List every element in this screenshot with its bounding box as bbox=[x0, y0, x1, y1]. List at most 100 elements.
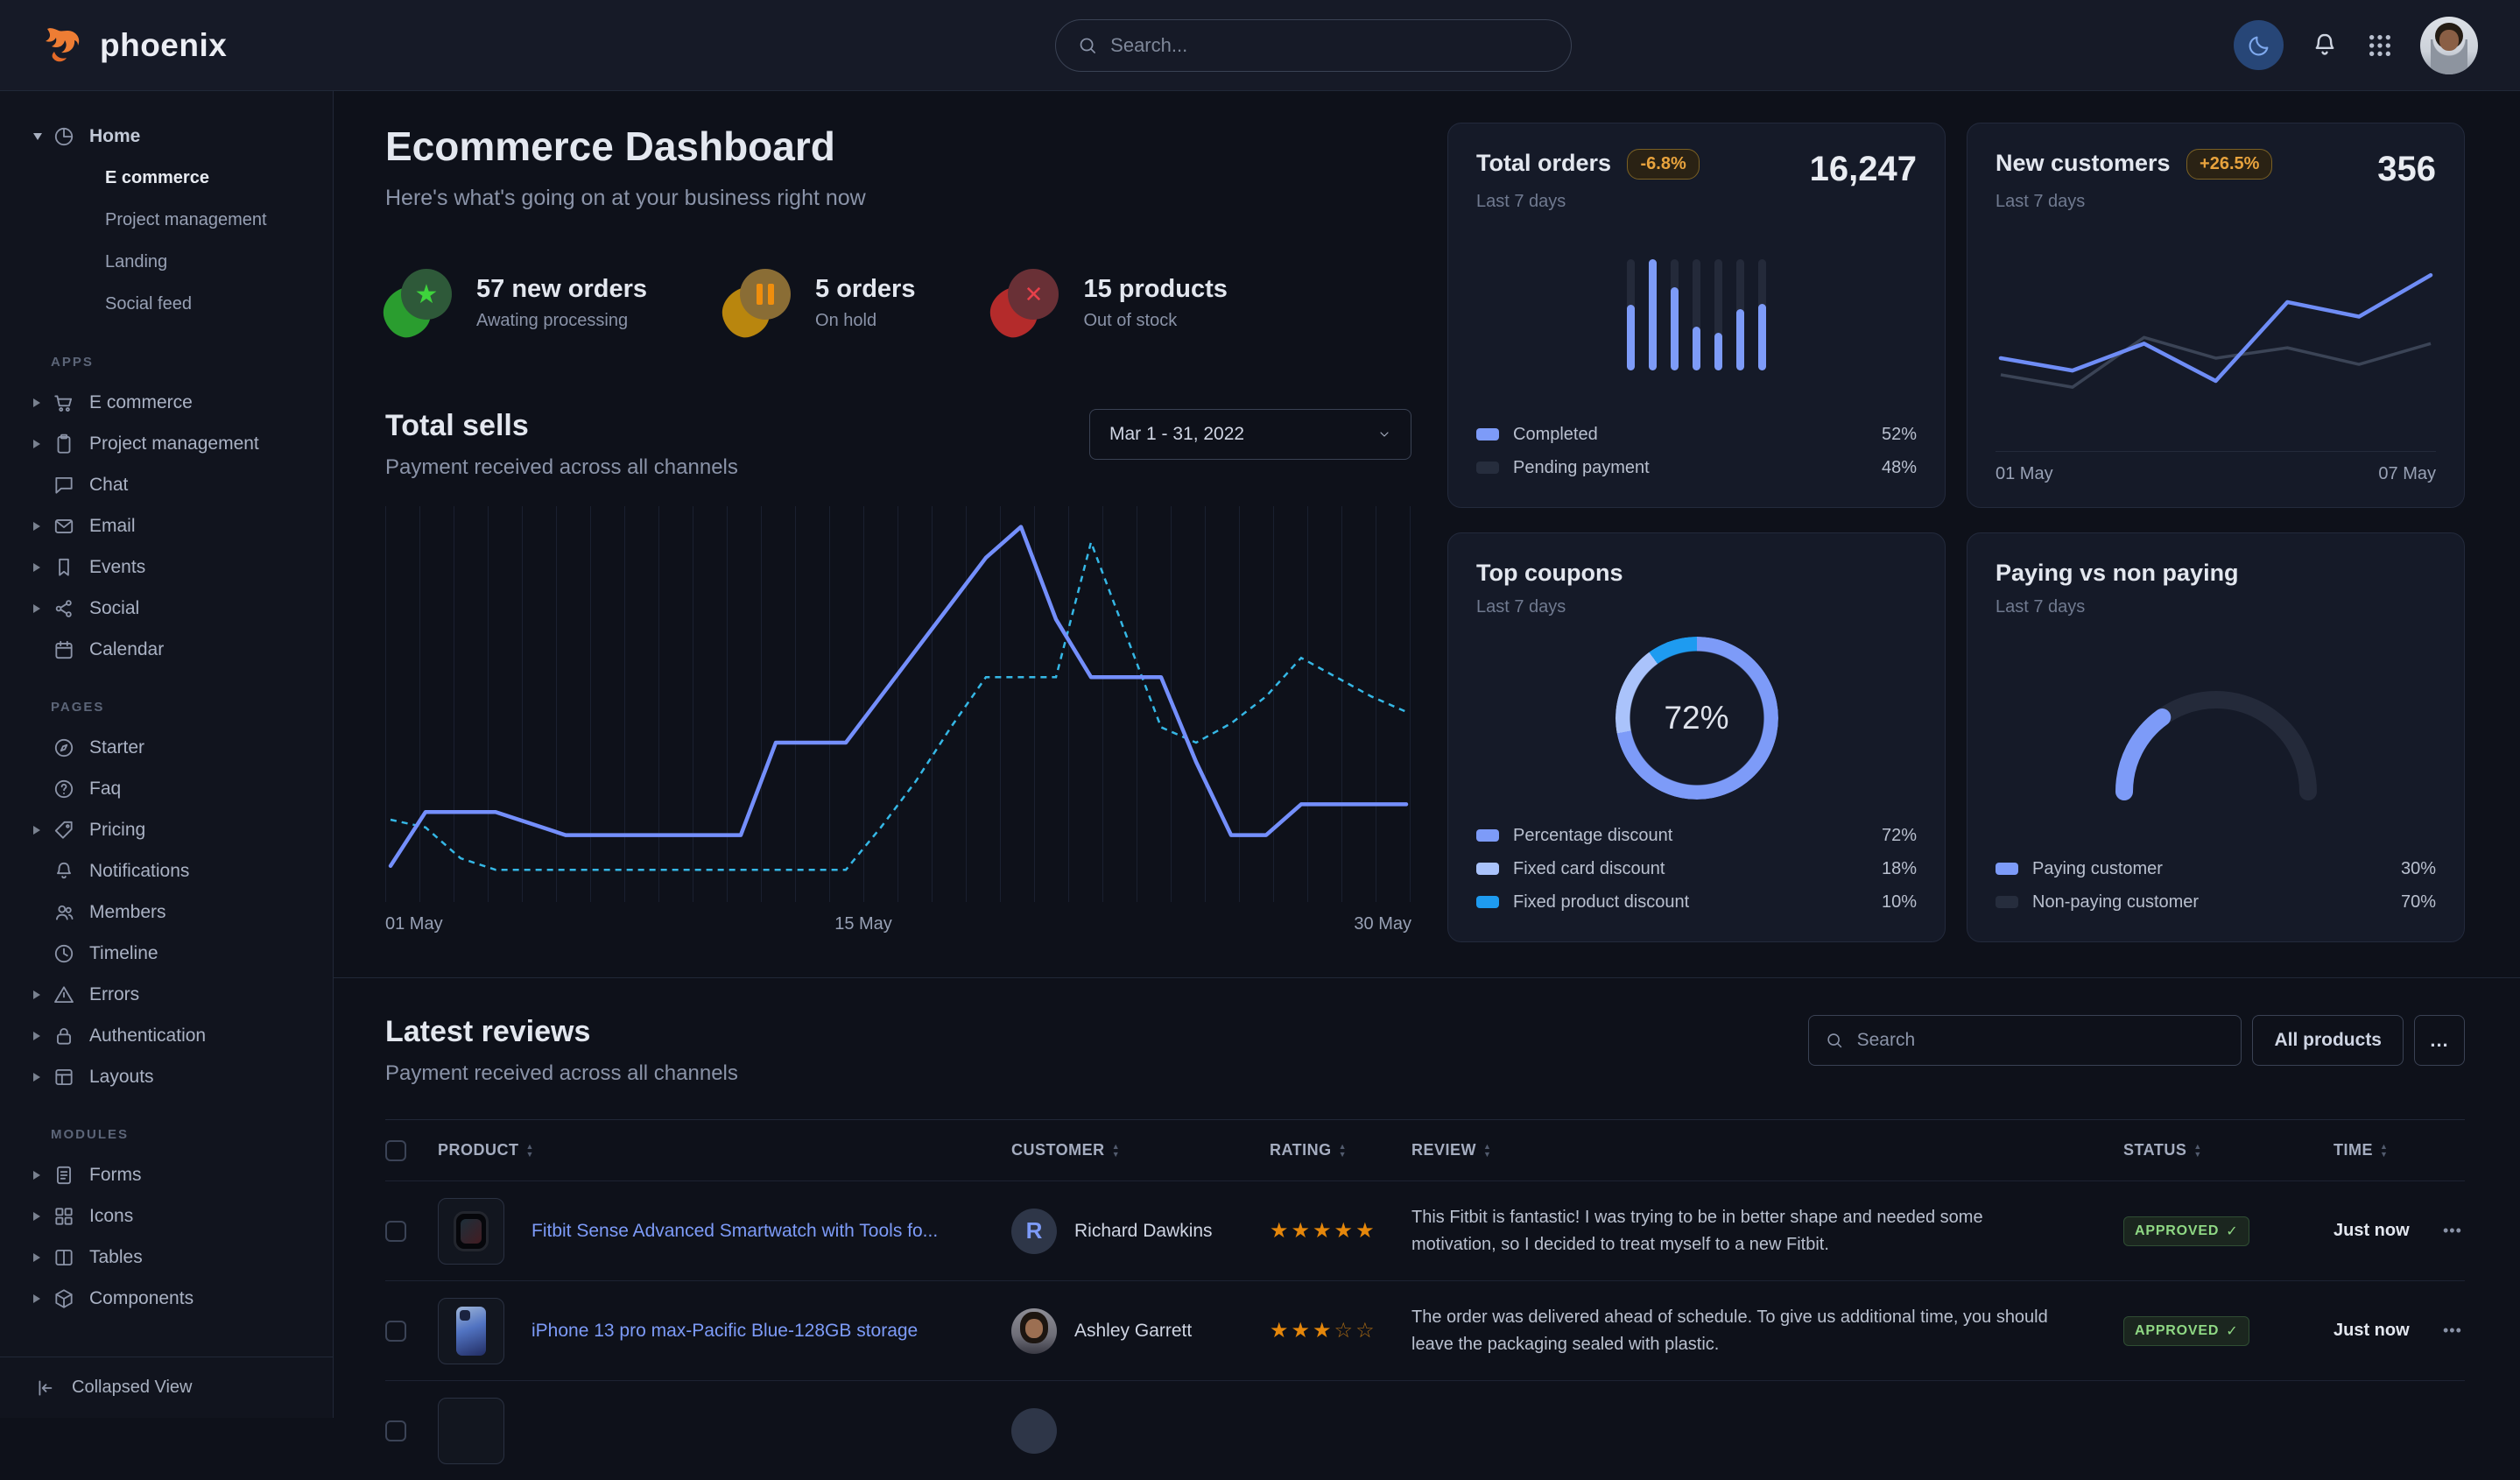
card-period: Last 7 days bbox=[1996, 597, 2239, 617]
caret-right-icon bbox=[33, 1171, 51, 1180]
caret-right-icon bbox=[33, 398, 51, 407]
sidebar-item-notifications[interactable]: Notifications bbox=[16, 850, 317, 892]
search-icon bbox=[1077, 34, 1098, 57]
sidebar-item-social[interactable]: Social bbox=[16, 588, 317, 629]
user-avatar[interactable] bbox=[2420, 17, 2478, 74]
legend-swatch bbox=[1476, 896, 1499, 908]
reviews-search-input[interactable] bbox=[1857, 1030, 2226, 1051]
cube-icon bbox=[53, 1287, 75, 1310]
legend-row: Percentage discount 72% bbox=[1476, 819, 1917, 852]
caret-right-icon bbox=[33, 990, 51, 999]
sidebar-item-pricing[interactable]: Pricing bbox=[16, 809, 317, 850]
legend-row: Completed 52% bbox=[1476, 418, 1917, 451]
clipboard-icon bbox=[53, 433, 75, 455]
table-row: iPhone 13 pro max-Pacific Blue-128GB sto… bbox=[385, 1280, 2465, 1380]
sidebar-item-errors[interactable]: Errors bbox=[16, 974, 317, 1015]
sidebar-item-calendar[interactable]: Calendar bbox=[16, 629, 317, 670]
tag-icon bbox=[53, 819, 75, 842]
sort-icon[interactable]: ▲▼ bbox=[2193, 1143, 2201, 1159]
product-thumbnail[interactable] bbox=[438, 1298, 504, 1364]
sidebar-item-forms[interactable]: Forms bbox=[16, 1154, 317, 1195]
sidebar-item-email[interactable]: Email bbox=[16, 505, 317, 546]
bar bbox=[1736, 259, 1744, 370]
legend-swatch bbox=[1476, 829, 1499, 842]
sort-icon[interactable]: ▲▼ bbox=[526, 1143, 534, 1159]
reviews-table-header: PRODUCT▲▼ CUSTOMER▲▼ RATING▲▼ REVIEW▲▼ S… bbox=[385, 1119, 2465, 1180]
caret-right-icon bbox=[33, 1253, 51, 1262]
bar bbox=[1649, 259, 1657, 370]
sidebar-item-starter[interactable]: Starter bbox=[16, 727, 317, 768]
row-checkbox[interactable] bbox=[385, 1221, 406, 1242]
alert-icon bbox=[53, 983, 75, 1006]
help-icon bbox=[53, 778, 75, 800]
date-range-select[interactable]: Mar 1 - 31, 2022 bbox=[1089, 409, 1411, 460]
row-more-button[interactable]: ••• bbox=[2443, 1222, 2465, 1240]
sidebar-item-icons[interactable]: Icons bbox=[16, 1195, 317, 1237]
product-link[interactable]: iPhone 13 pro max-Pacific Blue-128GB sto… bbox=[531, 1321, 944, 1341]
sidebar-item-components[interactable]: Components bbox=[16, 1278, 317, 1319]
row-more-button[interactable]: ••• bbox=[2443, 1321, 2465, 1340]
apps-grid-button[interactable] bbox=[2366, 32, 2394, 60]
global-search[interactable] bbox=[1055, 19, 1572, 72]
brand[interactable]: phoenix bbox=[42, 25, 227, 66]
sort-icon[interactable]: ▲▼ bbox=[1112, 1143, 1120, 1159]
sort-icon[interactable]: ▲▼ bbox=[1483, 1143, 1491, 1159]
page-title: Ecommerce Dashboard bbox=[385, 123, 1411, 170]
caret-right-icon bbox=[33, 1032, 51, 1040]
sidebar-item-chat[interactable]: Chat bbox=[16, 464, 317, 505]
sort-icon[interactable]: ▲▼ bbox=[2380, 1143, 2388, 1159]
compass-icon bbox=[53, 736, 75, 759]
theme-toggle-button[interactable] bbox=[2234, 20, 2284, 70]
sidebar-item-timeline[interactable]: Timeline bbox=[16, 933, 317, 974]
select-all-checkbox[interactable] bbox=[385, 1140, 406, 1161]
caret-right-icon bbox=[33, 1212, 51, 1221]
reviews-table: PRODUCT▲▼ CUSTOMER▲▼ RATING▲▼ REVIEW▲▼ S… bbox=[385, 1119, 2465, 1480]
sidebar-subitem-landing[interactable]: Landing bbox=[16, 241, 317, 283]
on-hold-pause-icon bbox=[724, 269, 792, 337]
reviews-search[interactable] bbox=[1808, 1015, 2242, 1066]
sidebar-item-home[interactable]: Home bbox=[16, 116, 317, 157]
date-range-value: Mar 1 - 31, 2022 bbox=[1109, 424, 1244, 445]
sidebar-subitem-project-management[interactable]: Project management bbox=[16, 199, 317, 241]
sidebar-item-tables[interactable]: Tables bbox=[16, 1237, 317, 1278]
cart-icon bbox=[53, 391, 75, 414]
sidebar-item-events[interactable]: Events bbox=[16, 546, 317, 588]
new-customers-value: 356 bbox=[2377, 150, 2436, 189]
pie-icon bbox=[53, 125, 75, 148]
sidebar-item-project-management[interactable]: Project management bbox=[16, 423, 317, 464]
letter-avatar: R bbox=[1011, 1209, 1057, 1254]
sidebar-subitem-social-feed[interactable]: Social feed bbox=[16, 283, 317, 325]
brand-name: phoenix bbox=[100, 27, 227, 64]
sort-icon[interactable]: ▲▼ bbox=[1339, 1143, 1347, 1159]
sidebar: HomeE commerceProject managementLandingS… bbox=[0, 91, 334, 1418]
legend-swatch bbox=[1996, 896, 2018, 908]
total-orders-bar-chart bbox=[1627, 259, 1766, 370]
sidebar-item-authentication[interactable]: Authentication bbox=[16, 1015, 317, 1056]
bookmark-icon bbox=[53, 556, 75, 579]
sidebar-item-layouts[interactable]: Layouts bbox=[16, 1056, 317, 1097]
reviews-more-button[interactable]: ... bbox=[2414, 1015, 2465, 1066]
caret-right-icon bbox=[33, 604, 51, 613]
file-icon bbox=[53, 1164, 75, 1187]
sidebar-subitem-e-commerce[interactable]: E commerce bbox=[16, 157, 317, 199]
review-time: Just now bbox=[2333, 1321, 2443, 1341]
row-checkbox[interactable] bbox=[385, 1420, 406, 1441]
card-title: New customers bbox=[1996, 150, 2171, 176]
bell-icon bbox=[2310, 31, 2340, 60]
collapse-icon bbox=[35, 1377, 58, 1399]
table-row-partial bbox=[385, 1380, 2465, 1480]
new-customers-card: New customers +26.5% Last 7 days 356 01 … bbox=[1967, 123, 2465, 508]
sidebar-item-faq[interactable]: Faq bbox=[16, 768, 317, 809]
notifications-button[interactable] bbox=[2310, 31, 2340, 60]
collapsed-view-toggle[interactable]: Collapsed View bbox=[0, 1357, 333, 1418]
product-thumbnail[interactable] bbox=[438, 1198, 504, 1265]
global-search-input[interactable] bbox=[1110, 34, 1550, 57]
row-checkbox[interactable] bbox=[385, 1321, 406, 1342]
product-link[interactable]: Fitbit Sense Advanced Smartwatch with To… bbox=[531, 1221, 964, 1241]
sidebar-item-e-commerce[interactable]: E commerce bbox=[16, 382, 317, 423]
sidebar-item-members[interactable]: Members bbox=[16, 892, 317, 933]
all-products-button[interactable]: All products bbox=[2252, 1015, 2404, 1066]
phoenix-logo-icon bbox=[42, 25, 88, 66]
paying-gauge-chart bbox=[2085, 660, 2348, 809]
stat-title: 5 orders bbox=[815, 275, 915, 304]
